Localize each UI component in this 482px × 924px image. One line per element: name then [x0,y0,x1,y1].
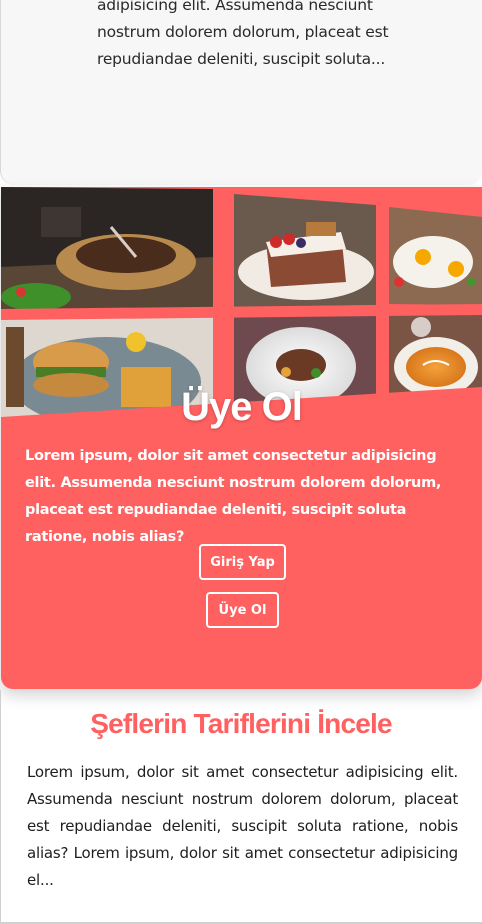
membership-card: Üye Ol Lorem ipsum, dolor sit amet conse… [1,187,482,689]
page-left-border [0,690,1,924]
chefs-section-title: Şeflerin Tariflerini İncele [90,708,392,739]
recipe-card-text: adipisicing elit. Assumenda nesciunt nos… [97,0,389,68]
login-button[interactable]: Giriş Yap [199,544,286,580]
membership-text: Lorem ipsum, dolor sit amet consectetur … [25,448,442,545]
chefs-section-text: Lorem ipsum, dolor sit amet consectetur … [27,763,458,889]
membership-title: Üye Ol [181,385,303,429]
signup-button[interactable]: Üye Ol [206,592,279,628]
grilled-steak-photo [1,187,213,312]
fried-eggs-photo [389,207,482,305]
strawberry-cake-photo [234,194,376,307]
